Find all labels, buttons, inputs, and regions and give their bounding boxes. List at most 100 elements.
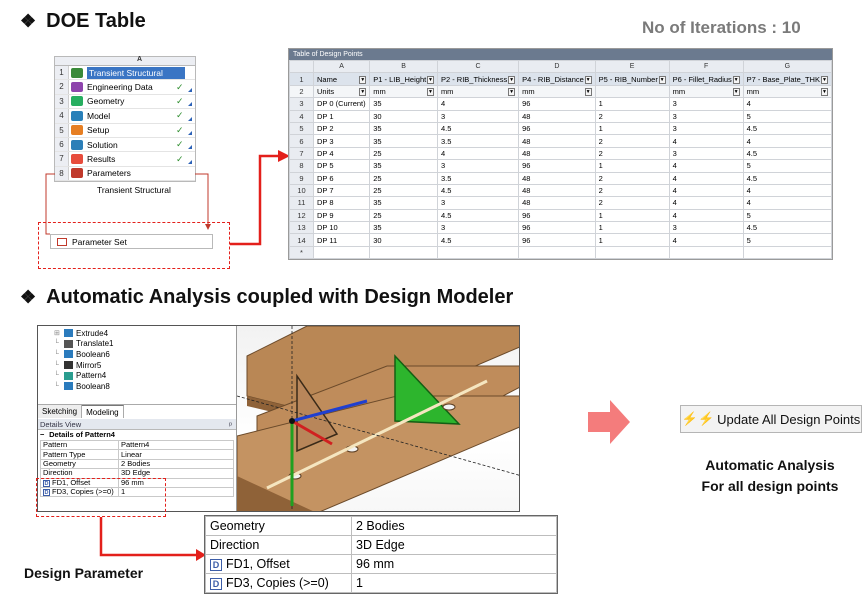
table-cell[interactable]: 4.5 [742, 221, 833, 235]
tree-node[interactable]: └ Boolean6 [54, 349, 236, 360]
table-cell[interactable]: P4 - RIB_Distance ▼ [518, 72, 596, 86]
tree-node[interactable]: └ Boolean8 [54, 381, 236, 392]
table-cell[interactable]: 96 [518, 221, 596, 235]
dropdown-icon[interactable]: ▼ [732, 75, 740, 84]
tree-node[interactable]: └ Pattern4 [54, 370, 236, 381]
zoom-value[interactable]: 3D Edge [351, 535, 557, 555]
dropdown-icon[interactable]: ▼ [508, 75, 516, 84]
table-cell[interactable]: DP 0 (Current) [312, 97, 371, 111]
schematic-row[interactable]: 7 Results ✓ [55, 152, 195, 167]
zoom-row[interactable]: D FD3, Copies (>=0) 1 [205, 573, 557, 593]
table-cell[interactable]: 48 [518, 171, 596, 185]
table-cell[interactable]: 25 [369, 146, 438, 161]
dropdown-icon[interactable]: ▼ [359, 75, 367, 84]
table-cell[interactable]: DP 2 [312, 121, 371, 136]
table-cell[interactable]: 4 [668, 171, 744, 185]
table-row[interactable]: 14 DP 11 30 4.5 96 1 4 5 [289, 233, 833, 247]
table-row[interactable]: 10 DP 7 25 4.5 48 2 4 4 [289, 183, 833, 198]
table-row[interactable]: 8 DP 5 35 3 96 1 4 5 [289, 159, 833, 173]
table-cell[interactable] [742, 245, 833, 260]
table-cell[interactable]: P2 - RIB_Thickness ▼ [436, 72, 520, 86]
dropdown-icon[interactable]: ▼ [584, 75, 592, 84]
table-cell[interactable]: 96 [518, 208, 596, 223]
table-row[interactable]: 7 DP 4 25 4 48 2 3 4.5 [289, 146, 833, 161]
table-cell[interactable]: 4 [742, 134, 833, 148]
table-cell[interactable]: 25 [369, 208, 438, 223]
table-cell[interactable]: 4 [668, 159, 744, 173]
table-cell[interactable]: 3 [668, 221, 744, 235]
table-cell[interactable]: 1 [594, 208, 670, 223]
table-cell[interactable]: 2 [594, 109, 670, 123]
table-row[interactable]: * [289, 245, 833, 260]
table-cell[interactable]: 4 [668, 196, 744, 210]
table-cell[interactable]: DP 11 [312, 233, 371, 247]
table-cell[interactable] [594, 84, 670, 99]
zoom-value[interactable]: 2 Bodies [351, 516, 557, 536]
table-cell[interactable]: 48 [518, 109, 596, 123]
details-row[interactable]: Geometry 2 Bodies [40, 458, 234, 470]
details-value[interactable]: Linear [118, 449, 234, 460]
dropdown-icon[interactable]: ▼ [732, 87, 740, 96]
table-cell[interactable]: 48 [518, 134, 596, 148]
table-cell[interactable]: 1 [594, 233, 670, 247]
table-cell[interactable]: 96 [518, 97, 596, 111]
table-cell[interactable]: 96 [518, 121, 596, 136]
table-cell[interactable]: 30 [369, 233, 438, 247]
table-cell[interactable]: 25 [369, 183, 438, 198]
tree-node[interactable]: ⊞ Extrude4 [54, 328, 236, 339]
table-cell[interactable]: DP 9 [312, 208, 371, 223]
design-param-badge-icon[interactable]: D [210, 578, 222, 590]
table-cell[interactable]: 5 [742, 109, 833, 123]
table-cell[interactable]: 35 [369, 221, 438, 235]
table-row[interactable]: 2 Units ▼ mm ▼ mm ▼ mm ▼ mm ▼ mm ▼ [289, 84, 833, 99]
update-all-design-points-button[interactable]: ⚡⚡ Update All Design Points [680, 405, 862, 433]
table-cell[interactable]: 2 [594, 183, 670, 198]
design-param-badge-icon[interactable]: D [210, 559, 222, 571]
table-cell[interactable]: 1 [594, 97, 670, 111]
tab-sketching[interactable]: Sketching [38, 405, 83, 418]
table-cell[interactable]: 4.5 [436, 208, 520, 223]
table-row[interactable]: 12 DP 9 25 4.5 96 1 4 5 [289, 208, 833, 223]
schematic-row[interactable]: 1 Transient Structural [55, 66, 195, 81]
details-value[interactable]: 2 Bodies [118, 458, 234, 470]
table-cell[interactable]: 1 [594, 221, 670, 235]
table-cell[interactable]: 3 [436, 221, 520, 235]
table-cell[interactable]: 4.5 [436, 183, 520, 198]
table-cell[interactable]: 4.5 [742, 171, 833, 185]
table-cell[interactable]: 4.5 [436, 121, 520, 136]
details-value[interactable]: 3D Edge [118, 468, 234, 479]
zoom-value[interactable]: 1 [351, 573, 557, 593]
table-cell[interactable]: mm ▼ [668, 84, 744, 99]
table-cell[interactable]: 3 [436, 159, 520, 173]
table-cell[interactable]: 2 [594, 146, 670, 161]
dropdown-icon[interactable]: ▼ [584, 87, 592, 96]
table-cell[interactable]: 3 [668, 97, 744, 111]
table-cell[interactable]: P6 - Fillet_Radius ▼ [668, 72, 744, 86]
table-cell[interactable]: 4.5 [742, 121, 833, 136]
table-cell[interactable]: 96 [518, 159, 596, 173]
table-cell[interactable]: 35 [369, 121, 438, 136]
collapse-icon[interactable]: − [40, 430, 47, 440]
table-cell[interactable]: mm ▼ [518, 84, 596, 99]
table-cell[interactable]: DP 1 [312, 109, 371, 123]
graphics-viewport[interactable] [236, 326, 519, 511]
pin-icon[interactable]: ᵖ [229, 419, 232, 430]
schematic-row[interactable]: 2 Engineering Data ✓ [55, 80, 195, 95]
table-cell[interactable]: 35 [369, 159, 438, 173]
dropdown-icon[interactable]: ▼ [426, 75, 434, 84]
zoom-row[interactable]: Geometry 2 Bodies [205, 516, 557, 536]
table-cell[interactable]: P1 - LIB_Height ▼ [369, 72, 438, 86]
zoom-value[interactable]: 96 mm [351, 554, 557, 574]
tree-node[interactable]: └ Mirror5 [54, 360, 236, 371]
table-cell[interactable] [436, 245, 520, 260]
table-row[interactable]: 5 DP 2 35 4.5 96 1 3 4.5 [289, 121, 833, 136]
table-cell[interactable]: 4 [668, 208, 744, 223]
table-cell[interactable]: 4 [668, 134, 744, 148]
table-cell[interactable]: P7 - Base_Plate_THK ▼ [742, 72, 833, 86]
table-cell[interactable]: 30 [369, 109, 438, 123]
table-cell[interactable]: 4 [668, 233, 744, 247]
details-row[interactable]: Pattern Type Linear [40, 449, 234, 460]
table-cell[interactable]: DP 4 [312, 146, 371, 161]
table-cell[interactable]: 3.5 [436, 134, 520, 148]
table-cell[interactable]: DP 7 [312, 183, 371, 198]
